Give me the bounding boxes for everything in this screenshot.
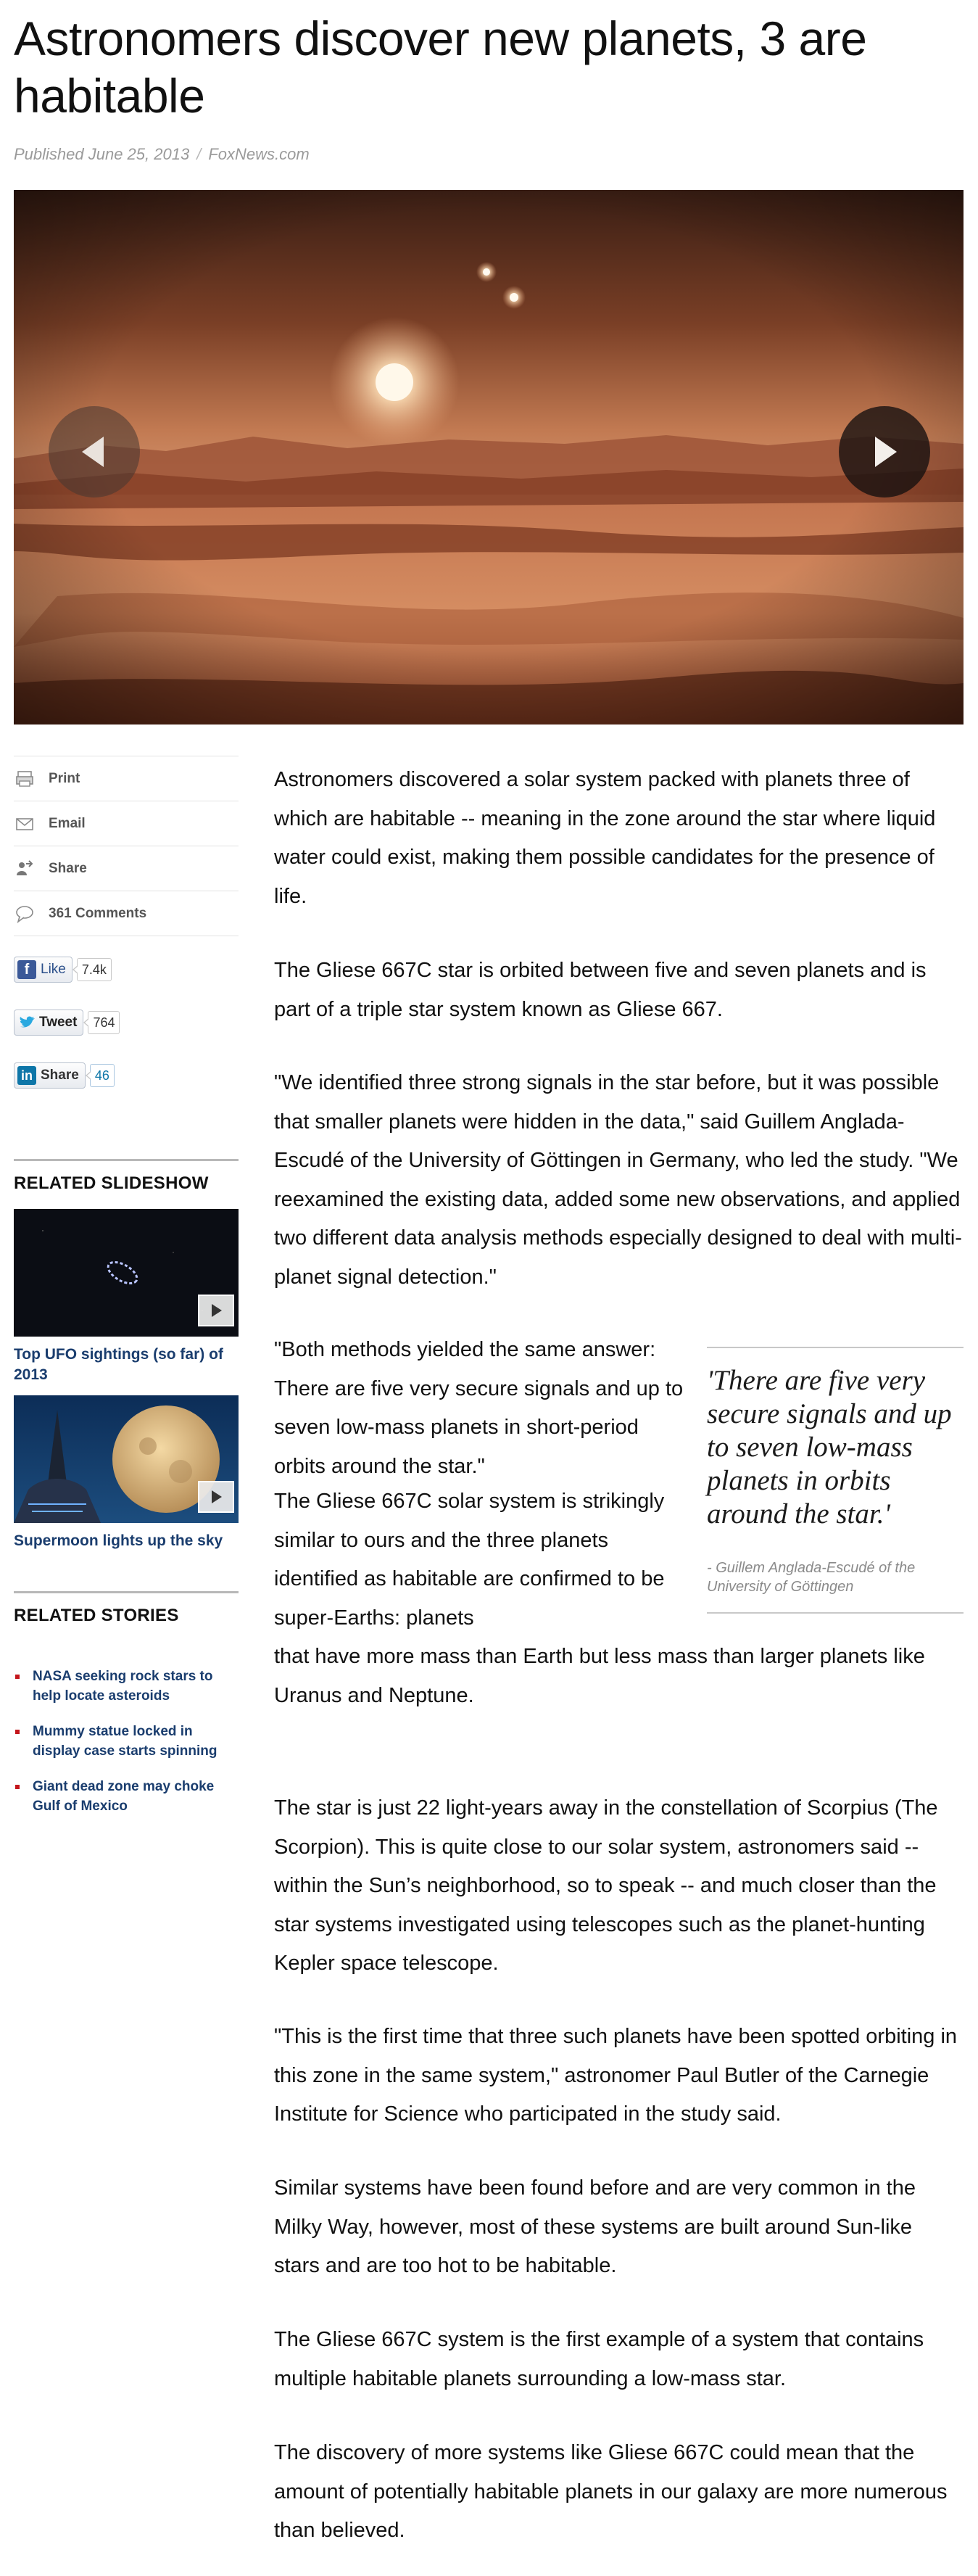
slideshow-image [14, 190, 964, 724]
published-date: Published June 25, 2013 [14, 145, 190, 163]
facebook-like-widget: f Like 7.4k [14, 957, 112, 983]
related-story-link[interactable]: Mummy statue locked in display case star… [14, 1722, 239, 1761]
pull-quote-text: 'There are five very secure signals and … [707, 1365, 952, 1530]
left-sidebar: Print Email Share 361 Comments f Like 7.… [14, 756, 239, 1814]
slideshow-play-icon [198, 1481, 234, 1513]
linkedin-share-button[interactable]: in Share [14, 1062, 86, 1089]
facebook-icon: f [17, 960, 36, 979]
share-icon [15, 859, 34, 878]
slideshow-next-button[interactable] [839, 406, 930, 498]
headline: Astronomers discover new planets, 3 are … [14, 12, 867, 123]
facebook-like-count: 7.4k [72, 958, 112, 981]
tweet-count: 764 [83, 1011, 120, 1034]
share-label: Share [49, 860, 87, 876]
section-divider [14, 1159, 239, 1161]
related-stories-list: NASA seeking rock stars to help locate a… [14, 1667, 239, 1832]
byline: Published June 25, 2013 / FoxNews.com [14, 145, 310, 164]
print-icon [15, 769, 34, 788]
article-paragraph: Astronomers discovered a solar system pa… [274, 768, 936, 908]
linkedin-icon: in [17, 1066, 36, 1085]
supermoon-slideshow-thumbnail[interactable] [14, 1395, 239, 1523]
print-label: Print [49, 770, 80, 786]
article-page: Astronomers discover new planets, 3 are … [0, 0, 978, 2576]
article-paragraph: The discovery of more systems like Glies… [274, 2441, 948, 2542]
linkedin-share-label: Share [41, 1068, 79, 1083]
email-icon [15, 814, 34, 833]
article-paragraph: The Gliese 667C solar system is striking… [274, 1490, 665, 1630]
supermoon-slideshow-link[interactable]: Supermoon lights up the sky [14, 1531, 239, 1551]
comments-label: 361 Comments [49, 905, 147, 921]
facebook-like-label: Like [41, 962, 66, 977]
related-slideshow-title: RELATED SLIDESHOW [14, 1173, 209, 1193]
article-paragraph: "Both methods yielded the same answer: T… [274, 1338, 684, 1478]
pull-quote: 'There are five very secure signals and … [707, 1347, 964, 1614]
share-link[interactable]: Share [14, 846, 239, 891]
section-divider [14, 1591, 239, 1593]
arrow-left-icon [49, 406, 140, 498]
tweet-label: Tweet [39, 1015, 78, 1030]
slideshow-prev-button[interactable] [49, 406, 140, 498]
email-label: Email [49, 815, 86, 831]
twitter-tweet-widget: Tweet 764 [14, 1010, 120, 1036]
linkedin-share-widget: in Share 46 [14, 1062, 115, 1089]
article-paragraph: that have more mass than Earth but less … [274, 1645, 925, 1707]
article-paragraph: Similar systems have been found before a… [274, 2176, 916, 2277]
article-paragraph: "This is the first time that three such … [274, 2025, 958, 2126]
ufo-slideshow-link[interactable]: Top UFO sightings (so far) of 2013 [14, 1345, 239, 1385]
email-link[interactable]: Email [14, 801, 239, 846]
print-link[interactable]: Print [14, 756, 239, 801]
article-paragraph: "We identified three strong signals in t… [274, 1071, 962, 1289]
arrow-right-icon [839, 406, 930, 498]
hero-slideshow [14, 190, 964, 724]
share-tools: Print Email Share 361 Comments [14, 756, 239, 936]
article-paragraph: The Gliese 667C star is orbited between … [274, 959, 927, 1021]
twitter-bird-icon [17, 1013, 36, 1032]
facebook-like-button[interactable]: f Like [14, 957, 72, 983]
comments-link[interactable]: 361 Comments [14, 891, 239, 936]
comment-icon [15, 904, 34, 923]
source: FoxNews.com [208, 145, 310, 163]
tweet-button[interactable]: Tweet [14, 1010, 84, 1036]
related-story-link[interactable]: Giant dead zone may choke Gulf of Mexico [14, 1777, 239, 1816]
pull-quote-attribution: - Guillem Anglada-Escudé of the Universi… [707, 1560, 916, 1595]
slideshow-play-icon [198, 1295, 234, 1326]
article-paragraph: The Gliese 667C system is the first exam… [274, 2328, 924, 2390]
ufo-slideshow-thumbnail[interactable] [14, 1209, 239, 1337]
related-stories-title: RELATED STORIES [14, 1606, 179, 1625]
linkedin-share-count: 46 [85, 1064, 115, 1087]
article-paragraph: The star is just 22 light-years away in … [274, 1796, 938, 1975]
related-story-link[interactable]: NASA seeking rock stars to help locate a… [14, 1667, 239, 1706]
byline-separator: / [196, 145, 202, 163]
